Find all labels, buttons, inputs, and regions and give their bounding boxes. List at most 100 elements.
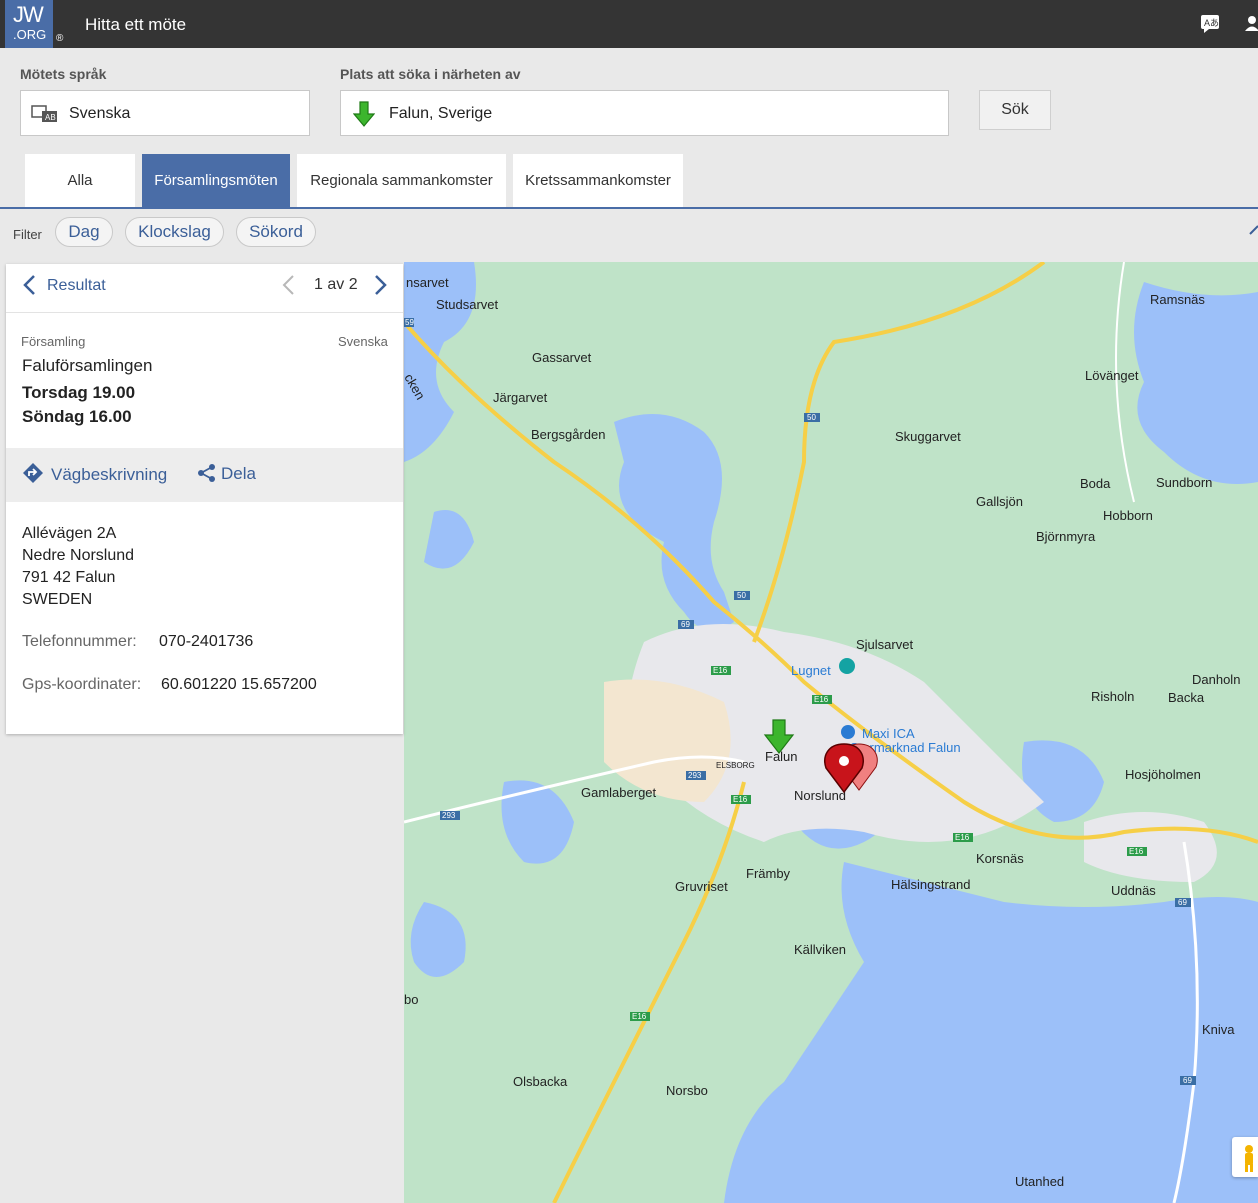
svg-text:bo: bo xyxy=(404,992,418,1007)
svg-text:Gallsjön: Gallsjön xyxy=(976,494,1023,509)
tab-circuit-assemblies[interactable]: Kretssammankomster xyxy=(513,154,683,207)
phone-value[interactable]: 070-2401736 xyxy=(159,633,253,651)
map-pin-icon[interactable] xyxy=(824,744,860,794)
svg-text:69: 69 xyxy=(1183,1076,1192,1085)
svg-text:E16: E16 xyxy=(1129,847,1144,856)
tab-all[interactable]: Alla xyxy=(25,154,135,207)
svg-text:50: 50 xyxy=(737,591,746,600)
location-arrow-icon xyxy=(352,101,376,132)
share-icon[interactable] xyxy=(196,462,218,489)
svg-text:Bergsgården: Bergsgården xyxy=(531,427,605,442)
svg-text:Norsbo: Norsbo xyxy=(666,1083,708,1098)
meeting-time-sunday: Söndag 16.00 xyxy=(22,407,132,426)
svg-text:Främby: Främby xyxy=(746,866,791,881)
tab-congregation-meetings[interactable]: Församlingsmöten xyxy=(142,154,290,207)
filter-chip-time[interactable]: Klockslag xyxy=(125,217,224,247)
map[interactable]: nsarvet Studsarvet Gassarvet Järgarvet B… xyxy=(404,262,1258,1203)
svg-text:Sjulsarvet: Sjulsarvet xyxy=(856,637,913,652)
svg-text:Gassarvet: Gassarvet xyxy=(532,350,592,365)
svg-text:Lövänget: Lövänget xyxy=(1085,368,1139,383)
filter-chip-day[interactable]: Dag xyxy=(55,217,113,247)
svg-text:Olsbacka: Olsbacka xyxy=(513,1074,568,1089)
tab-underline xyxy=(0,207,1258,209)
street-view-pegman-icon[interactable] xyxy=(1232,1137,1258,1177)
address-line-1: Allévägen 2A xyxy=(22,525,117,542)
share-link[interactable]: Dela xyxy=(221,464,256,484)
filter-chip-keyword[interactable]: Sökord xyxy=(236,217,316,247)
user-icon[interactable] xyxy=(1244,14,1258,39)
logo-text-top: JW xyxy=(13,2,44,27)
svg-text:Sundborn: Sundborn xyxy=(1156,475,1212,490)
svg-text:Risholn: Risholn xyxy=(1091,689,1134,704)
svg-text:E16: E16 xyxy=(632,1012,647,1021)
divider xyxy=(6,312,403,313)
svg-text:Uddnäs: Uddnäs xyxy=(1111,883,1156,898)
result-panel: Resultat 1 av 2 Församling Svenska Faluf… xyxy=(6,264,403,734)
jw-org-logo[interactable]: JW .ORG xyxy=(5,0,53,48)
svg-text:Kniva: Kniva xyxy=(1202,1022,1235,1037)
svg-text:Björnmyra: Björnmyra xyxy=(1036,529,1096,544)
svg-text:E16: E16 xyxy=(733,795,748,804)
svg-text:Skuggarvet: Skuggarvet xyxy=(895,429,961,444)
collapse-icon[interactable] xyxy=(1248,222,1258,241)
location-label: Plats att söka i närheten av xyxy=(340,66,521,82)
svg-text:E16: E16 xyxy=(814,695,829,704)
language-label: Mötets språk xyxy=(20,66,107,82)
svg-text:Källviken: Källviken xyxy=(794,942,846,957)
svg-text:293: 293 xyxy=(442,811,456,820)
previous-chevron-icon[interactable] xyxy=(281,274,295,301)
language-select[interactable]: AB Svenska xyxy=(20,90,310,136)
filter-label: Filter xyxy=(13,227,42,242)
svg-text:E16: E16 xyxy=(955,833,970,842)
svg-text:Gruvriset: Gruvriset xyxy=(675,879,728,894)
address-line-3: 791 42 Falun xyxy=(22,569,116,586)
language-icon: AB xyxy=(31,104,59,129)
registered-mark: ® xyxy=(56,33,64,44)
tab-regional-conventions[interactable]: Regionala sammankomster xyxy=(297,154,506,207)
top-bar: JW .ORG ® Hitta ett möte Aあ xyxy=(0,0,1258,48)
address-line-4: SWEDEN xyxy=(22,591,93,608)
page-title: Hitta ett möte xyxy=(85,15,187,34)
svg-text:Danholn: Danholn xyxy=(1192,672,1240,687)
directions-link[interactable]: Vägbeskrivning xyxy=(51,465,167,485)
svg-text:E16: E16 xyxy=(713,666,728,675)
svg-text:293: 293 xyxy=(688,771,702,780)
meeting-language: Svenska xyxy=(338,334,388,349)
pagination-text: 1 av 2 xyxy=(314,276,358,293)
svg-text:69: 69 xyxy=(1178,898,1187,907)
svg-text:nsarvet: nsarvet xyxy=(406,275,449,290)
svg-text:Lugnet: Lugnet xyxy=(791,663,831,678)
svg-text:Ramsnäs: Ramsnäs xyxy=(1150,292,1205,307)
action-bar: Vägbeskrivning Dela xyxy=(6,448,403,502)
svg-text:50: 50 xyxy=(807,413,816,422)
svg-text:Backa: Backa xyxy=(1168,690,1205,705)
back-to-results-link[interactable]: Resultat xyxy=(47,277,106,295)
location-input[interactable]: Falun, Sverige xyxy=(340,90,949,136)
meeting-type: Församling xyxy=(21,334,86,349)
svg-text:Korsnäs: Korsnäs xyxy=(976,851,1024,866)
directions-icon[interactable] xyxy=(22,462,44,489)
svg-text:Järgarvet: Järgarvet xyxy=(493,390,548,405)
location-value: Falun, Sverige xyxy=(389,105,493,122)
svg-text:ELSBORG: ELSBORG xyxy=(716,761,755,770)
svg-text:AB: AB xyxy=(45,113,56,122)
gps-label: Gps-koordinater: xyxy=(22,676,142,693)
address-line-2: Nedre Norslund xyxy=(22,547,135,564)
translate-icon[interactable]: Aあ xyxy=(1200,14,1222,39)
search-location-arrow-icon xyxy=(765,720,795,754)
svg-text:Hobborn: Hobborn xyxy=(1103,508,1153,523)
svg-text:Boda: Boda xyxy=(1080,476,1111,491)
svg-text:Maxi ICA: Maxi ICA xyxy=(862,726,915,741)
meeting-time-thursday: Torsdag 19.00 xyxy=(22,383,136,402)
svg-text:Aあ: Aあ xyxy=(1204,18,1219,28)
phone-label: Telefonnummer: xyxy=(22,633,137,650)
svg-text:Studsarvet: Studsarvet xyxy=(436,297,499,312)
search-button[interactable]: Sök xyxy=(979,90,1051,130)
next-chevron-icon[interactable] xyxy=(374,274,388,301)
congregation-name: Faluförsamlingen xyxy=(22,356,153,375)
language-value: Svenska xyxy=(69,105,131,122)
back-chevron-icon[interactable] xyxy=(22,274,36,301)
logo-text-bottom: .ORG xyxy=(13,27,47,42)
svg-text:69: 69 xyxy=(681,620,690,629)
gps-value: 60.601220 15.657200 xyxy=(161,676,317,693)
